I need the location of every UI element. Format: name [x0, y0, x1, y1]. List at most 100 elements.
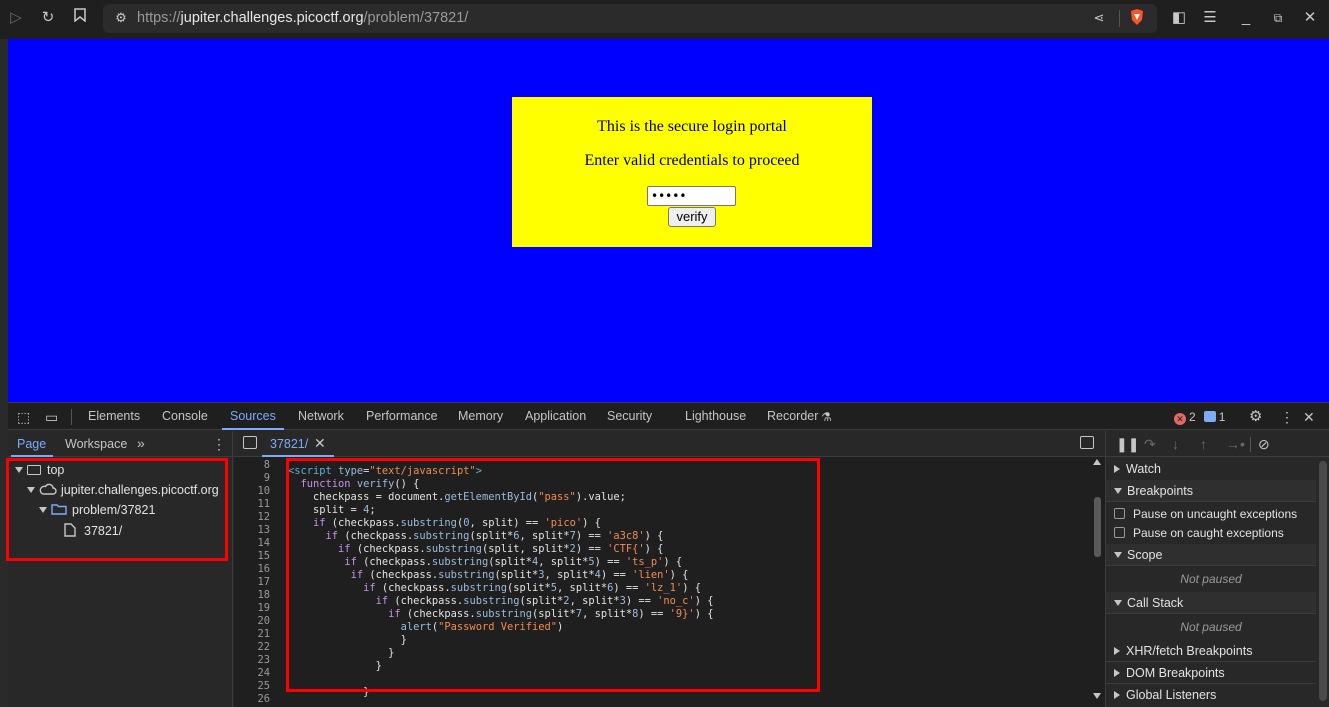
- tab-security[interactable]: Security: [607, 409, 652, 423]
- scope-status: Not paused: [1180, 572, 1242, 586]
- scope-section[interactable]: Scope: [1106, 544, 1316, 566]
- line-number: 18: [257, 589, 270, 601]
- line-number: 17: [257, 576, 270, 588]
- error-icon: ✕: [1174, 413, 1186, 425]
- urlbar-divider: [1119, 10, 1120, 27]
- portal-heading: This is the secure login portal: [597, 118, 787, 135]
- step-over-icon[interactable]: ↷: [1144, 436, 1156, 452]
- call-stack-section[interactable]: Call Stack: [1106, 592, 1316, 614]
- editor-tabs: 37821/ ✕: [234, 431, 1105, 457]
- line-number: 15: [257, 550, 270, 562]
- share-icon[interactable]: ⋖: [1089, 8, 1109, 28]
- sources-navigator: Page Workspace » ⋮ top jupiter.challenge…: [6, 431, 233, 707]
- line-number: 13: [257, 524, 270, 536]
- collapsed-arrow-icon: [1114, 647, 1120, 655]
- scrollbar-thumb[interactable]: [1094, 497, 1101, 557]
- xhr-breakpoints-section[interactable]: XHR/fetch Breakpoints: [1106, 640, 1316, 662]
- minimize-icon[interactable]: _: [1236, 8, 1256, 28]
- line-number: 16: [257, 563, 270, 575]
- password-input[interactable]: •••••: [647, 186, 736, 206]
- devtools-panel: ⬚ ▭ Elements Console Sources Network Per…: [6, 402, 1329, 707]
- expanded-arrow-icon: [1114, 600, 1122, 606]
- editor-scrollbar[interactable]: [1089, 457, 1105, 707]
- tab-elements[interactable]: Elements: [88, 409, 140, 423]
- flask-icon: ⚗: [821, 410, 832, 424]
- debugger-toolbar: ❚❚ ↷ ↓ ↑ →• ⊘: [1106, 431, 1329, 457]
- tab-page[interactable]: Page: [17, 437, 46, 451]
- site-settings-icon[interactable]: ⚙: [111, 8, 131, 28]
- line-number: 10: [257, 485, 270, 497]
- more-tabs-icon[interactable]: »: [137, 435, 145, 451]
- checkbox[interactable]: [1114, 508, 1125, 519]
- device-toolbar-icon[interactable]: ▭: [45, 409, 58, 425]
- debugger-scrollbar[interactable]: [1316, 457, 1329, 707]
- reload-icon[interactable]: ↻: [38, 8, 58, 28]
- line-number: 22: [257, 641, 270, 653]
- tab-performance[interactable]: Performance: [366, 409, 438, 423]
- browser-toolbar: ▷ ↻ ⚙ https://jupiter.challenges.picoctf…: [0, 0, 1329, 38]
- toggle-debugger-icon[interactable]: [1080, 436, 1094, 449]
- url-text: https://jupiter.challenges.picoctf.org/p…: [137, 10, 469, 26]
- tab-recorder[interactable]: Recorder: [767, 409, 818, 423]
- dom-breakpoints-section[interactable]: DOM Breakpoints: [1106, 662, 1316, 684]
- active-tab-indicator: [222, 428, 284, 430]
- web-page: This is the secure login portal Enter va…: [8, 39, 1329, 402]
- navigator-menu-icon[interactable]: ⋮: [212, 436, 226, 453]
- brave-shield-icon[interactable]: [1127, 8, 1147, 28]
- step-icon[interactable]: →•: [1226, 436, 1245, 452]
- debugger-sidebar: ❚❚ ↷ ↓ ↑ →• ⊘ Watch Breakpoints Pause on…: [1105, 431, 1329, 707]
- pause-uncaught-option[interactable]: Pause on uncaught exceptions: [1114, 507, 1297, 521]
- scroll-up-icon[interactable]: [1093, 459, 1101, 465]
- navigator-tabs: Page Workspace » ⋮: [8, 431, 233, 457]
- line-number: 25: [257, 680, 270, 692]
- verify-button[interactable]: verify: [668, 207, 716, 227]
- close-devtools-icon[interactable]: ✕: [1303, 409, 1315, 425]
- tab-workspace[interactable]: Workspace: [65, 437, 127, 451]
- toggle-navigator-icon[interactable]: [243, 436, 257, 449]
- close-window-icon[interactable]: ✕: [1300, 8, 1320, 28]
- breakpoints-section[interactable]: Breakpoints: [1106, 480, 1316, 502]
- line-number: 12: [257, 511, 270, 523]
- login-box: This is the secure login portal Enter va…: [512, 97, 872, 247]
- active-nav-indicator: [11, 455, 53, 457]
- back-icon[interactable]: ▷: [6, 8, 26, 28]
- pause-caught-option[interactable]: Pause on caught exceptions: [1114, 526, 1284, 540]
- deactivate-breakpoints-icon[interactable]: ⊘: [1258, 436, 1270, 452]
- line-number: 14: [257, 537, 270, 549]
- collapsed-arrow-icon: [1114, 691, 1120, 699]
- expanded-arrow-icon: [1114, 488, 1122, 494]
- issues-counter[interactable]: ✕ 2 1: [1174, 410, 1225, 425]
- checkbox[interactable]: [1114, 527, 1125, 538]
- pause-icon[interactable]: ❚❚: [1116, 436, 1139, 452]
- toolbar-divider: [1250, 437, 1251, 452]
- step-out-icon[interactable]: ↑: [1200, 436, 1207, 452]
- tab-console[interactable]: Console: [162, 409, 208, 423]
- collapsed-arrow-icon: [1114, 669, 1120, 677]
- global-listeners-section[interactable]: Global Listeners: [1106, 684, 1316, 706]
- tab-memory[interactable]: Memory: [458, 409, 503, 423]
- menu-icon[interactable]: ☰: [1200, 8, 1220, 28]
- sidebar-icon[interactable]: ◧: [1169, 8, 1189, 28]
- code-editor: 37821/ ✕ 8 9 10 11 12 13 14 15 16 17 18 19 20 21 22 23 2…: [234, 431, 1105, 707]
- line-number: 23: [257, 654, 270, 666]
- bookmark-icon[interactable]: [70, 8, 90, 28]
- maximize-icon[interactable]: ⧉: [1268, 8, 1288, 28]
- file-tab[interactable]: 37821/: [270, 437, 308, 451]
- line-number: 21: [257, 628, 270, 640]
- inspect-element-icon[interactable]: ⬚: [17, 409, 30, 425]
- settings-gear-icon[interactable]: ⚙: [1249, 409, 1262, 425]
- more-options-icon[interactable]: ⋮: [1280, 409, 1294, 425]
- highlight-box-code: [286, 458, 820, 692]
- step-into-icon[interactable]: ↓: [1172, 436, 1179, 452]
- line-number: 19: [257, 602, 270, 614]
- tab-application[interactable]: Application: [525, 409, 586, 423]
- scroll-down-icon[interactable]: [1093, 693, 1101, 699]
- tab-sources[interactable]: Sources: [230, 409, 276, 423]
- scrollbar-thumb[interactable]: [1319, 461, 1327, 701]
- tab-lighthouse[interactable]: Lighthouse: [685, 409, 746, 423]
- address-bar[interactable]: ⚙ https://jupiter.challenges.picoctf.org…: [103, 4, 1157, 33]
- watch-section[interactable]: Watch: [1106, 458, 1316, 480]
- close-tab-icon[interactable]: ✕: [314, 435, 326, 452]
- tab-network[interactable]: Network: [298, 409, 344, 423]
- line-number: 11: [257, 498, 270, 510]
